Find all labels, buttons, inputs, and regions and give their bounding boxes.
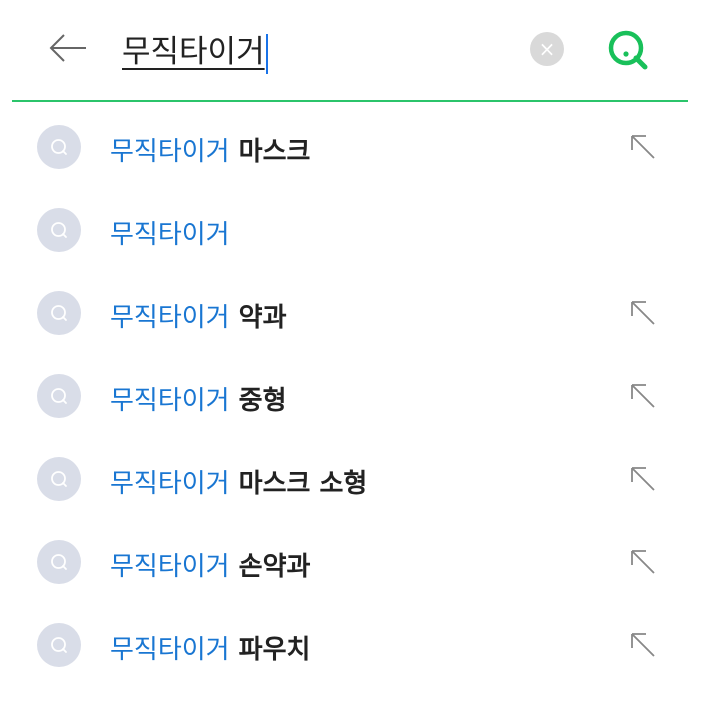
suggestion-item[interactable]: 무직타이거 중형 — [0, 351, 713, 434]
suggestion-match-text: 무직타이거 — [110, 552, 230, 582]
search-history-icon — [37, 457, 81, 501]
suggestion-label: 무직타이거 마스크 — [110, 131, 310, 168]
clear-icon: × — [538, 37, 556, 61]
suggestion-item[interactable]: 무직타이거 — [0, 185, 713, 268]
suggestion-label: 무직타이거 마스크 소형 — [110, 463, 367, 500]
suggestion-match-text: 무직타이거 — [110, 220, 230, 250]
search-history-icon — [37, 623, 81, 667]
search-button[interactable] — [600, 22, 656, 78]
fill-query-button[interactable] — [624, 128, 662, 166]
search-input[interactable]: 무직타이거 — [122, 26, 268, 74]
arrow-up-left-icon — [631, 467, 655, 491]
fill-query-button[interactable] — [624, 543, 662, 581]
clear-button[interactable]: × — [530, 32, 564, 66]
suggestion-rest-text: 손약과 — [229, 552, 311, 582]
suggestion-item[interactable]: 무직타이거 마스크 — [0, 102, 713, 185]
suggestion-rest-text: 마스크 소형 — [229, 469, 368, 499]
suggestion-item[interactable]: 무직타이거 약과 — [0, 268, 713, 351]
fill-query-button[interactable] — [624, 377, 662, 415]
suggestion-rest-text: 중형 — [229, 386, 287, 416]
fill-query-button[interactable] — [624, 460, 662, 498]
suggestion-rest-text: 약과 — [229, 303, 287, 333]
back-button[interactable] — [44, 24, 92, 72]
suggestion-label: 무직타이거 파우치 — [110, 629, 310, 666]
arrow-up-left-icon — [631, 633, 655, 657]
search-history-icon — [37, 540, 81, 584]
suggestion-match-text: 무직타이거 — [110, 635, 230, 665]
arrow-up-left-icon — [631, 384, 655, 408]
arrow-up-left-icon — [631, 301, 655, 325]
suggestion-rest-text: 파우치 — [229, 635, 311, 665]
search-bar: 무직타이거 × — [12, 0, 688, 102]
back-arrow-icon — [49, 34, 86, 62]
search-history-icon — [37, 374, 81, 418]
suggestion-match-text: 무직타이거 — [110, 469, 230, 499]
suggestion-item[interactable]: 무직타이거 파우치 — [0, 600, 713, 683]
suggestion-match-text: 무직타이거 — [110, 303, 230, 333]
suggestion-rest-text: 마스크 — [229, 137, 311, 167]
search-history-icon — [37, 291, 81, 335]
search-query-text: 무직타이거 — [122, 34, 265, 70]
suggestion-label: 무직타이거 손약과 — [110, 546, 310, 583]
fill-query-button[interactable] — [624, 294, 662, 332]
search-history-icon — [37, 208, 81, 252]
suggestion-item[interactable]: 무직타이거 마스크 소형 — [0, 434, 713, 517]
suggestion-label: 무직타이거 — [110, 214, 230, 251]
suggestion-match-text: 무직타이거 — [110, 386, 230, 416]
text-caret — [265, 33, 268, 74]
search-icon — [608, 30, 648, 70]
fill-query-button[interactable] — [624, 626, 662, 664]
suggestion-label: 무직타이거 중형 — [110, 380, 287, 417]
suggestion-list: 무직타이거 마스크 무직타이거 무직타이거 약과 무직타이거 중형 무직타이거 마스크 … — [0, 102, 713, 683]
arrow-up-left-icon — [631, 135, 655, 159]
suggestion-label: 무직타이거 약과 — [110, 297, 287, 334]
suggestion-match-text: 무직타이거 — [110, 137, 230, 167]
arrow-up-left-icon — [631, 550, 655, 574]
search-history-icon — [37, 125, 81, 169]
suggestion-item[interactable]: 무직타이거 손약과 — [0, 517, 713, 600]
